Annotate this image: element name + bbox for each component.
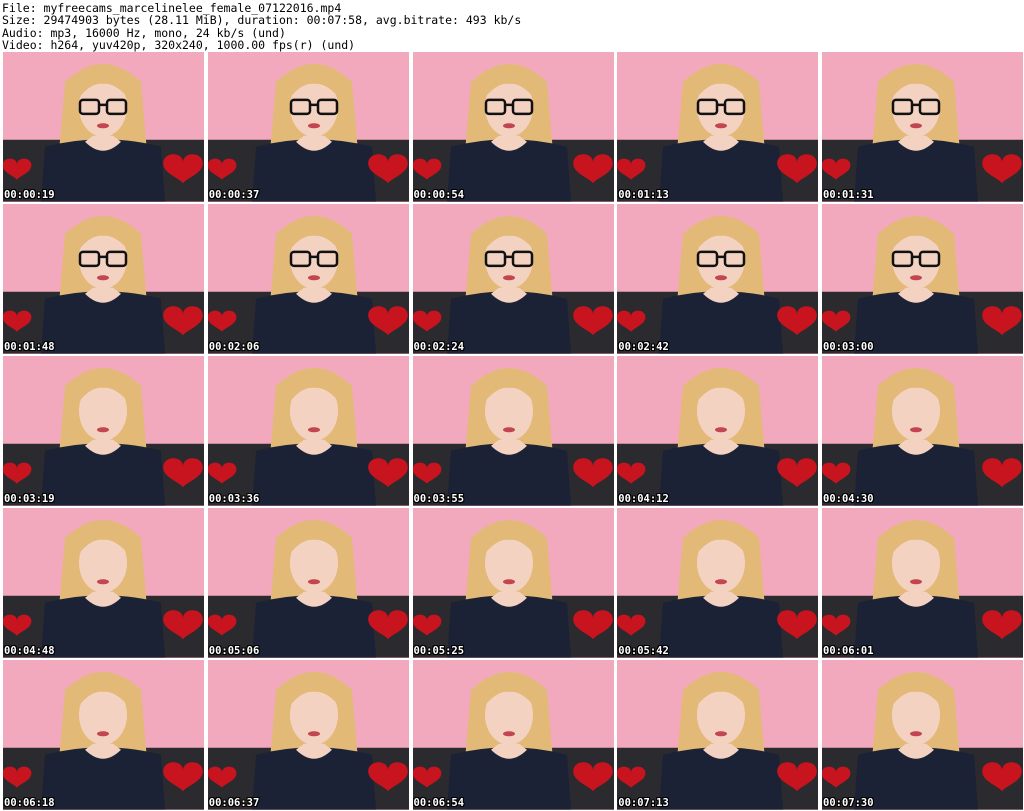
video-thumbnail: 00:05:25 — [412, 508, 614, 658]
thumbnail-timestamp: 00:06:37 — [208, 796, 260, 809]
thumbnail-timestamp: 00:04:30 — [823, 492, 874, 505]
video-thumbnail: 00:00:54 — [412, 52, 614, 202]
thumbnail-scene — [207, 508, 409, 658]
thumbnail-timestamp: 00:01:13 — [618, 188, 669, 201]
video-thumbnail: 00:07:30 — [822, 660, 1023, 810]
video-thumbnail: 00:03:00 — [822, 204, 1023, 354]
thumbnail-timestamp: 00:04:48 — [4, 644, 55, 657]
thumbnail-scene — [3, 356, 204, 506]
thumbnail-scene — [207, 660, 409, 810]
video-thumbnail: 00:02:24 — [412, 204, 614, 354]
thumbnail-scene — [3, 52, 204, 202]
thumbnail-timestamp: 00:06:54 — [413, 796, 465, 809]
thumbnail-timestamp: 00:01:48 — [4, 340, 55, 353]
thumbnail-timestamp: 00:03:36 — [208, 492, 260, 505]
file-info-header: File: myfreecams_marcelinelee_female_071… — [0, 0, 1024, 52]
thumbnail-timestamp: 00:03:19 — [4, 492, 55, 505]
thumbnail-timestamp: 00:06:01 — [823, 644, 874, 657]
thumbnail-scene — [3, 660, 204, 810]
video-line: Video: h264, yuv420p, 320x240, 1000.00 f… — [2, 37, 356, 52]
video-thumbnail: 00:01:13 — [617, 52, 819, 202]
thumbnail-timestamp: 00:03:55 — [413, 492, 465, 505]
video-thumbnail: 00:00:19 — [3, 52, 204, 202]
thumbnail-timestamp: 00:02:06 — [208, 340, 260, 353]
thumbnail-scene — [617, 356, 819, 506]
thumbnail-timestamp: 00:00:37 — [208, 188, 260, 201]
video-thumbnail: 00:03:19 — [3, 356, 204, 506]
thumbnail-scene — [822, 508, 1023, 658]
thumbnail-timestamp: 00:02:24 — [413, 340, 465, 353]
thumbnail-scene — [207, 356, 409, 506]
video-thumbnail: 00:06:18 — [3, 660, 204, 810]
thumbnail-timestamp: 00:00:54 — [413, 188, 465, 201]
video-thumbnail: 00:06:54 — [412, 660, 614, 810]
size-line: Size: 29474903 bytes (28.11 MiB), durati… — [2, 13, 522, 28]
video-thumbnail: 00:01:48 — [3, 204, 204, 354]
thumbnail-scene — [822, 204, 1023, 354]
thumbnail-scene — [617, 508, 819, 658]
thumbnail-scene — [412, 204, 614, 354]
thumbnail-scene — [617, 204, 819, 354]
video-thumbnail: 00:07:13 — [617, 660, 819, 810]
thumbnail-grid: 00:00:19 00:00:37 00:00:54 00:01:13 00:0… — [3, 52, 1023, 810]
video-thumbnail: 00:00:37 — [207, 52, 409, 202]
thumbnail-scene — [822, 52, 1023, 202]
thumbnail-scene — [3, 508, 204, 658]
thumbnail-timestamp: 00:07:30 — [823, 796, 874, 809]
video-thumbnail: 00:04:12 — [617, 356, 819, 506]
thumbnail-timestamp: 00:05:25 — [413, 644, 465, 657]
thumbnail-scene — [822, 356, 1023, 506]
video-thumbnail: 00:05:42 — [617, 508, 819, 658]
thumbnail-timestamp: 00:06:18 — [4, 796, 55, 809]
thumbnail-scene — [207, 204, 409, 354]
thumbnail-scene — [617, 660, 819, 810]
video-thumbnail: 00:01:31 — [822, 52, 1023, 202]
video-thumbnail: 00:06:37 — [207, 660, 409, 810]
thumbnail-scene — [207, 52, 409, 202]
video-thumbnail: 00:03:36 — [207, 356, 409, 506]
thumbnail-timestamp: 00:07:13 — [618, 796, 669, 809]
video-thumbnail: 00:02:42 — [617, 204, 819, 354]
thumbnail-timestamp: 00:05:42 — [618, 644, 669, 657]
video-thumbnail: 00:03:55 — [412, 356, 614, 506]
video-thumbnail: 00:05:06 — [207, 508, 409, 658]
thumbnail-scene — [412, 356, 614, 506]
thumbnail-timestamp: 00:05:06 — [208, 644, 260, 657]
thumbnail-timestamp: 00:00:19 — [4, 188, 55, 201]
thumbnail-scene — [412, 660, 614, 810]
video-thumbnail: 00:02:06 — [207, 204, 409, 354]
thumbnail-timestamp: 00:01:31 — [823, 188, 874, 201]
video-thumbnail: 00:04:30 — [822, 356, 1023, 506]
video-thumbnail: 00:06:01 — [822, 508, 1023, 658]
thumbnail-scene — [822, 660, 1023, 810]
thumbnail-scene — [412, 508, 614, 658]
thumbnail-timestamp: 00:04:12 — [618, 492, 669, 505]
thumbnail-scene — [3, 204, 204, 354]
thumbnail-scene — [412, 52, 614, 202]
thumbnail-scene — [617, 52, 819, 202]
thumbnail-timestamp: 00:03:00 — [823, 340, 874, 353]
thumbnail-timestamp: 00:02:42 — [618, 340, 669, 353]
video-thumbnail: 00:04:48 — [3, 508, 204, 658]
